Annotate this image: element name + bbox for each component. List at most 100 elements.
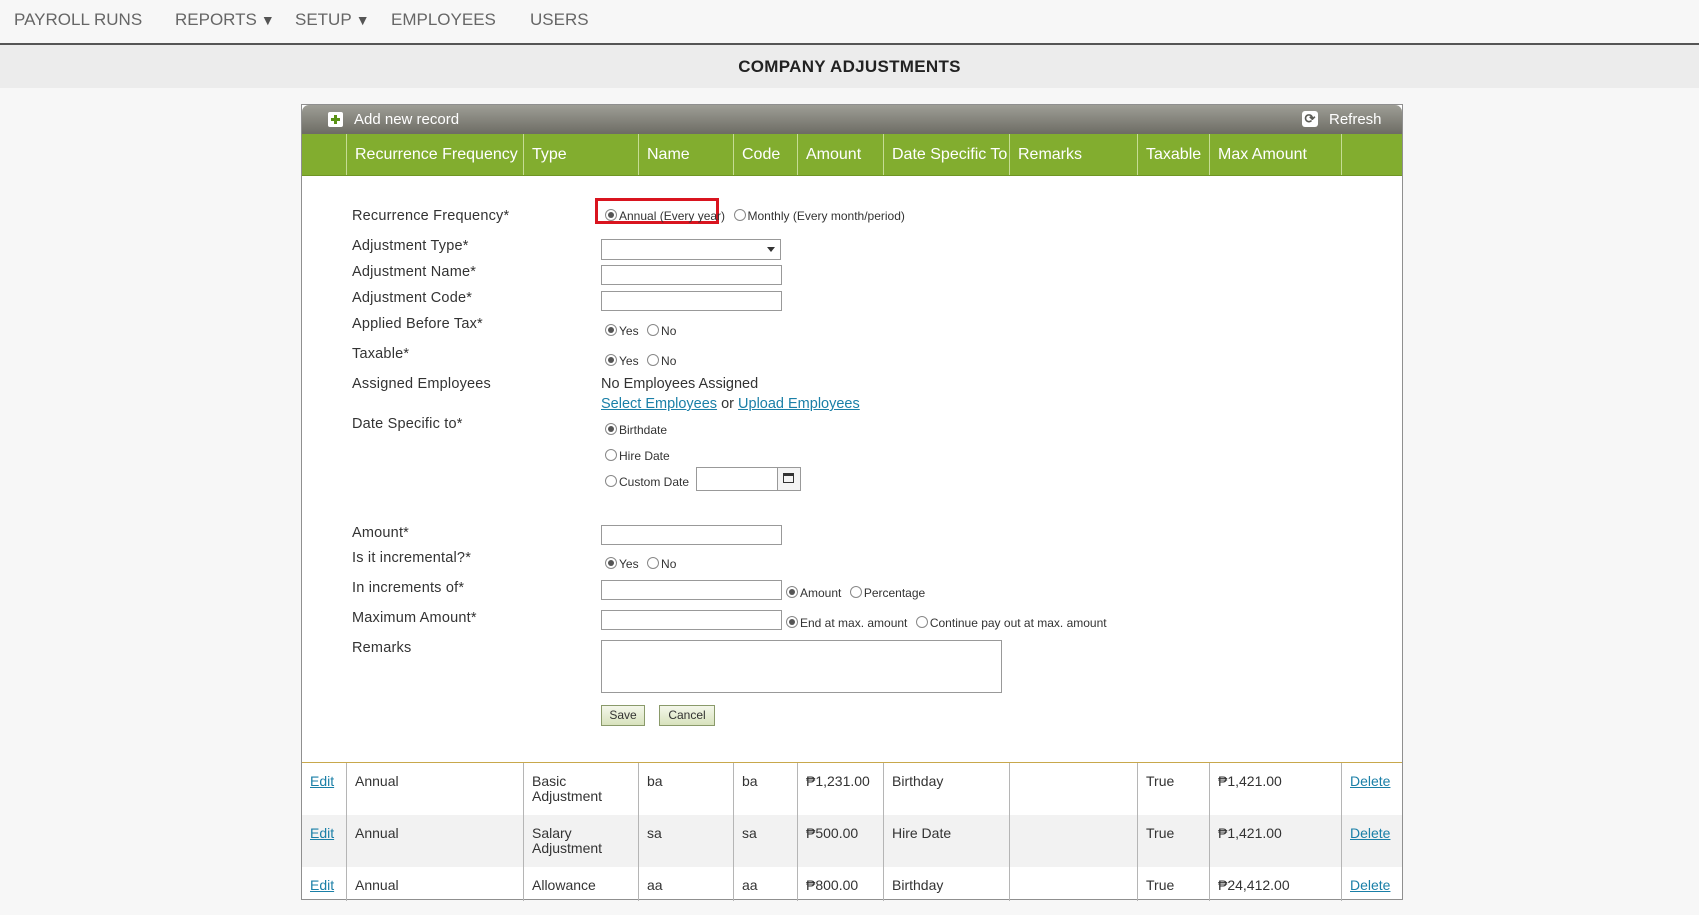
delete-cell: Delete: [1341, 867, 1402, 901]
increments-label: In increments of*: [352, 580, 465, 596]
max-amount-behavior-radios: End at max. amount Continue pay out at m…: [786, 614, 1111, 632]
radio-no[interactable]: [647, 557, 660, 569]
radio-no[interactable]: [647, 354, 660, 366]
increments-input[interactable]: [601, 580, 782, 600]
custom-date-input[interactable]: [696, 467, 780, 491]
nav-setup[interactable]: SETUP ▼: [295, 10, 370, 30]
radio-end-at-max[interactable]: [786, 616, 798, 628]
header-blank: [302, 134, 346, 175]
top-nav: PAYROLL RUNS REPORTS ▼ SETUP ▼ EMPLOYEES U…: [0, 0, 1699, 45]
nav-users[interactable]: USERS: [530, 10, 589, 30]
cancel-button[interactable]: Cancel: [659, 705, 715, 726]
refresh-label: Refresh: [1329, 111, 1382, 128]
radio-label: End at max. amount: [800, 616, 908, 630]
maximum-amount-input[interactable]: [601, 610, 782, 630]
adjustment-name-input[interactable]: [601, 265, 782, 285]
header-recurrence-frequency[interactable]: Recurrence Frequency: [346, 134, 523, 175]
upload-employees-link[interactable]: Upload Employees: [738, 396, 860, 412]
max-amount-cell: ₱1,421.00: [1209, 815, 1341, 867]
select-employees-link[interactable]: Select Employees: [601, 396, 717, 412]
name-cell: ba: [638, 763, 733, 815]
radio-annual[interactable]: [605, 209, 617, 221]
radio-hire-date[interactable]: [605, 449, 617, 461]
refresh-button[interactable]: ⟳ Refresh: [1292, 105, 1402, 134]
header-date-specific-to[interactable]: Date Specific To: [883, 134, 1009, 175]
radio-label: No: [661, 354, 677, 368]
add-record-label: Add new record: [354, 111, 460, 128]
radio-hire-date-group: Hire Date: [605, 447, 674, 465]
add-new-record-button[interactable]: Add new record: [302, 105, 502, 134]
date-specific-label: Date Specific to*: [352, 416, 463, 432]
assigned-employees-links: Select Employees or Upload Employees: [601, 396, 860, 412]
radio-yes[interactable]: [605, 354, 617, 366]
header-code[interactable]: Code: [733, 134, 797, 175]
amount-input[interactable]: [601, 525, 782, 545]
radio-label: Yes: [619, 354, 639, 368]
edit-cell: Edit: [302, 867, 346, 901]
delete-link[interactable]: Delete: [1350, 773, 1390, 789]
edit-cell: Edit: [302, 763, 346, 815]
header-amount[interactable]: Amount: [797, 134, 883, 175]
remarks-cell: [1009, 815, 1137, 867]
delete-cell: Delete: [1341, 815, 1402, 867]
radio-no[interactable]: [647, 324, 660, 336]
radio-amount[interactable]: [786, 586, 798, 598]
radio-label: Continue pay out at max. amount: [929, 616, 1107, 630]
header-name[interactable]: Name: [638, 134, 733, 175]
header-type[interactable]: Type: [523, 134, 638, 175]
nav-payroll-runs[interactable]: PAYROLL RUNS: [14, 10, 142, 30]
delete-cell: Delete: [1341, 763, 1402, 815]
edit-link[interactable]: Edit: [310, 825, 334, 841]
radio-yes[interactable]: [605, 557, 617, 569]
recurrence-cell: Annual: [346, 815, 523, 867]
amount-label: Amount*: [352, 525, 410, 541]
caret-down-icon: ▼: [260, 12, 275, 28]
nav-label: REPORTS: [175, 10, 257, 29]
table-row: Edit Annual Basic Adjustment ba ba ₱1,23…: [302, 763, 1402, 815]
delete-link[interactable]: Delete: [1350, 877, 1390, 893]
calendar-icon[interactable]: [777, 467, 801, 491]
header-remarks[interactable]: Remarks: [1009, 134, 1137, 175]
code-cell: sa: [733, 815, 797, 867]
maximum-amount-label: Maximum Amount*: [352, 610, 477, 626]
code-cell: ba: [733, 763, 797, 815]
adjustment-code-input[interactable]: [601, 291, 782, 311]
header-taxable[interactable]: Taxable: [1137, 134, 1209, 175]
edit-form: Recurrence Frequency* Annual (Every year…: [302, 176, 1402, 762]
taxable-cell: True: [1137, 867, 1209, 901]
radio-yes[interactable]: [605, 324, 617, 336]
radio-continue-payout[interactable]: [915, 616, 928, 628]
taxable-cell: True: [1137, 763, 1209, 815]
or-text: or: [721, 396, 734, 412]
date-specific-cell: Birthday: [883, 867, 1009, 901]
recurrence-cell: Annual: [346, 867, 523, 901]
radio-birthdate[interactable]: [605, 423, 617, 435]
max-amount-cell: ₱24,412.00: [1209, 867, 1341, 901]
nav-reports[interactable]: REPORTS ▼: [175, 10, 275, 30]
save-button[interactable]: Save: [601, 705, 645, 726]
radio-label: Amount: [800, 586, 842, 600]
delete-link[interactable]: Delete: [1350, 825, 1390, 841]
radio-label: Annual (Every year): [619, 209, 726, 223]
radio-label: Custom Date: [619, 475, 690, 489]
nav-employees[interactable]: EMPLOYEES: [391, 10, 496, 30]
radio-percentage[interactable]: [849, 586, 862, 598]
adjustment-code-label: Adjustment Code*: [352, 290, 473, 306]
radio-label: No: [661, 557, 677, 571]
header-max-amount[interactable]: Max Amount: [1209, 134, 1341, 175]
edit-link[interactable]: Edit: [310, 877, 334, 893]
adjustment-type-label: Adjustment Type*: [352, 238, 469, 254]
assigned-employees-label: Assigned Employees: [352, 376, 492, 392]
adjustment-type-select[interactable]: [601, 239, 781, 260]
taxable-label: Taxable*: [352, 346, 410, 362]
taxable-radios: Yes No: [605, 352, 680, 370]
radio-custom-date[interactable]: [605, 475, 617, 487]
remarks-textarea[interactable]: [601, 640, 1002, 693]
data-rows: Edit Annual Basic Adjustment ba ba ₱1,23…: [302, 762, 1402, 901]
adjustments-grid: Add new record ⟳ Refresh Recurrence Freq…: [301, 104, 1403, 901]
radio-monthly[interactable]: [733, 209, 746, 221]
incremental-label: Is it incremental?*: [352, 550, 472, 566]
edit-link[interactable]: Edit: [310, 773, 334, 789]
header-actions: [1341, 134, 1402, 175]
edit-cell: Edit: [302, 815, 346, 867]
